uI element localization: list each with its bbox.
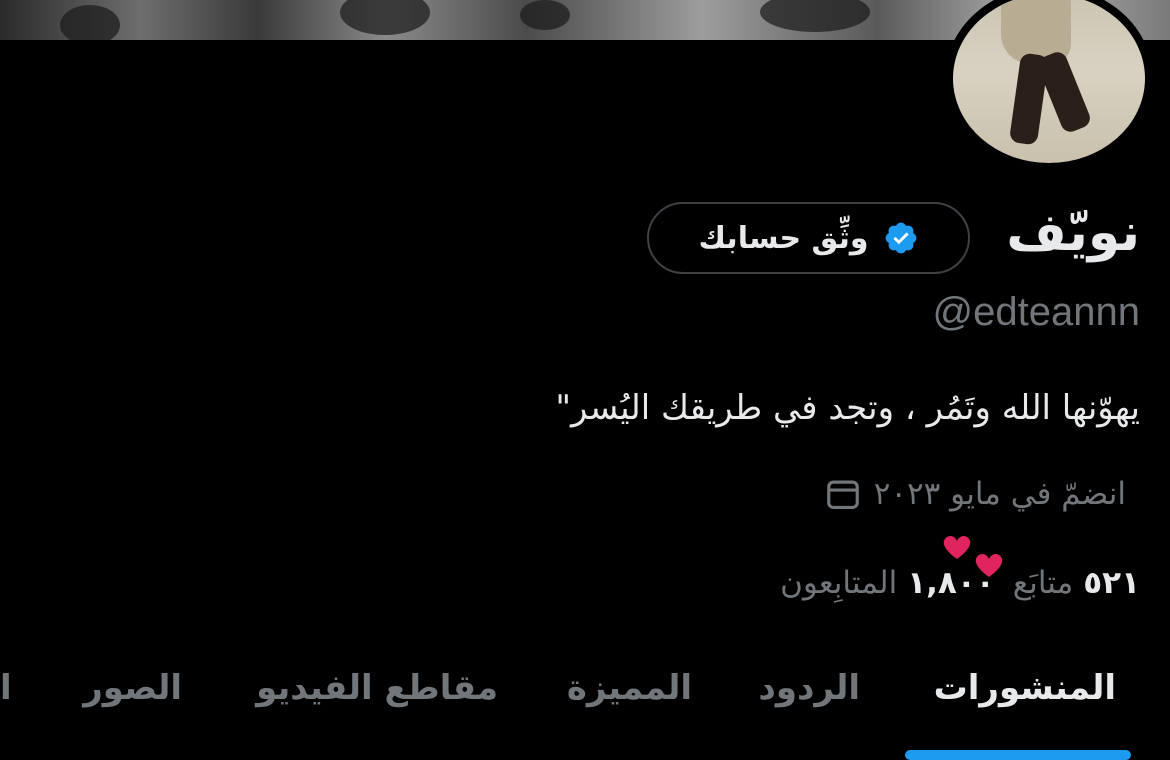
profile-bio: يهوّنها الله وتَمُر ، وتجد في طريقك اليُ… — [555, 388, 1140, 428]
tab-posts[interactable]: المنشورات — [934, 668, 1116, 708]
avatar-photo — [953, 0, 1145, 163]
tab-videos[interactable]: مقاطع الفيديو — [256, 668, 498, 708]
active-tab-indicator — [905, 750, 1131, 760]
join-date: انضمّ في مايو ٢٠٢٣ — [873, 476, 1126, 512]
tab-highlights[interactable]: المميزة — [567, 668, 692, 708]
verify-account-button[interactable]: وثِّق حسابك — [647, 202, 970, 274]
verify-button-label: وثِّق حسابك — [698, 220, 869, 256]
profile-tabs: المنشورات الردود المميزة مقاطع الفيديو ا… — [0, 650, 1170, 760]
followers-label: المتابِعون — [780, 565, 898, 601]
join-date-row: انضمّ في مايو ٢٠٢٣ — [824, 472, 1126, 516]
following-link[interactable]: ٥٢١ متابَع — [1013, 565, 1140, 601]
display-name: نويّف — [1006, 203, 1140, 263]
calendar-icon — [826, 480, 859, 510]
tab-overflow[interactable]: ا — [0, 668, 12, 708]
verified-badge-icon — [885, 222, 916, 254]
hearts-emoji-icon — [943, 535, 1003, 577]
following-count: ٥٢١ — [1083, 565, 1140, 601]
tab-photos[interactable]: الصور — [83, 668, 182, 708]
following-label: متابَع — [1012, 565, 1074, 601]
profile-avatar[interactable] — [945, 0, 1153, 171]
username-handle: @edteannn — [932, 290, 1140, 334]
tab-replies[interactable]: الردود — [758, 668, 860, 708]
